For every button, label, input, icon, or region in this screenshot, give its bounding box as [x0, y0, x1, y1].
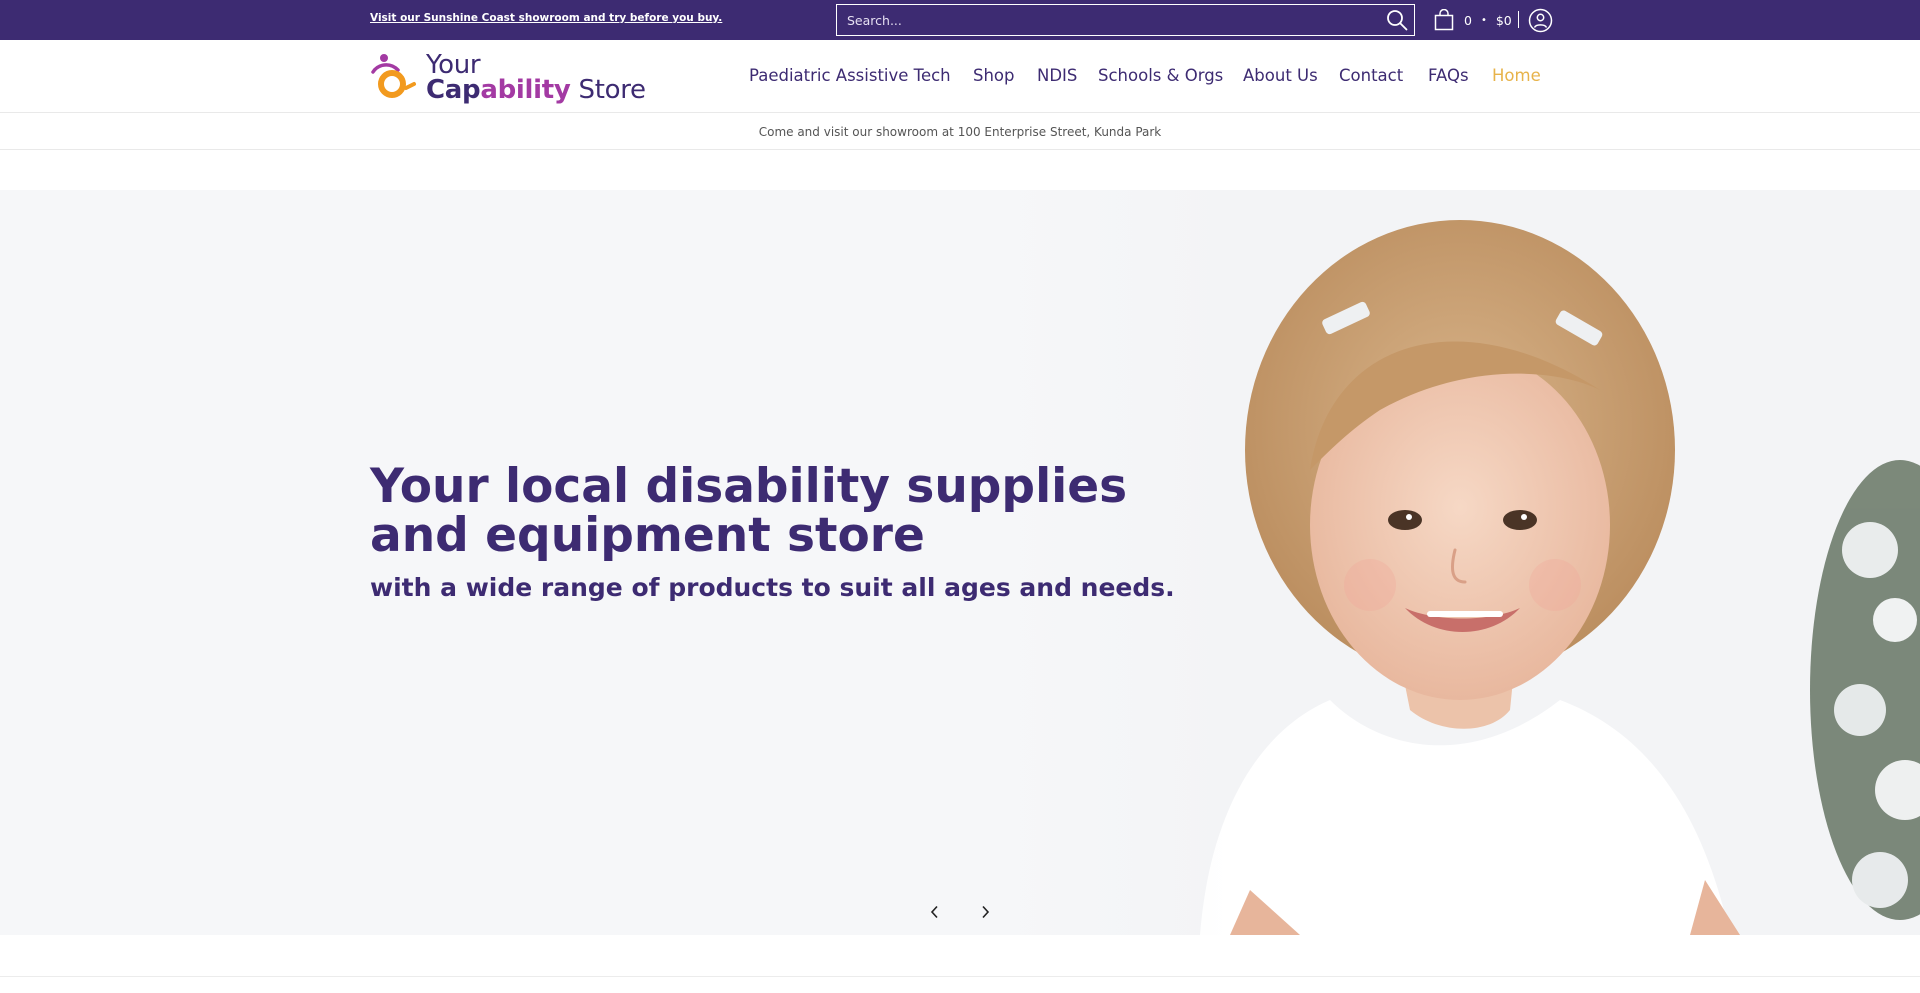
cart-separator: • [1480, 14, 1487, 26]
showroom-promo-link[interactable]: Visit our Sunshine Coast showroom and tr… [370, 12, 722, 24]
search-input[interactable] [837, 5, 1380, 35]
chevron-left-icon [930, 905, 938, 919]
hero-subtitle: with a wide range of products to suit al… [370, 573, 1175, 602]
site-header: Your Capability Store Paediatric Assisti… [0, 40, 1920, 113]
account-button[interactable] [1528, 8, 1553, 33]
slideshow-prev-button[interactable] [925, 902, 945, 922]
nav-contact[interactable]: Contact [1339, 66, 1403, 85]
nav-paediatric-assistive-tech[interactable]: Paediatric Assistive Tech [749, 66, 951, 85]
cart-count: 0 [1464, 12, 1472, 28]
search-form [836, 4, 1415, 36]
account-icon [1528, 8, 1553, 33]
nav-ndis[interactable]: NDIS [1037, 66, 1077, 85]
section-divider [0, 976, 1920, 977]
nav-faqs[interactable]: FAQs [1428, 66, 1469, 85]
search-icon [1387, 10, 1408, 31]
nav-schools-orgs[interactable]: Schools & Orgs [1098, 66, 1223, 85]
showroom-announcement: Come and visit our showroom at 100 Enter… [0, 114, 1920, 150]
nav-shop[interactable]: Shop [973, 66, 1015, 85]
shopping-bag-icon [1434, 9, 1454, 31]
hero-title: Your local disability supplies and equip… [370, 459, 1128, 563]
nav-home[interactable]: Home [1492, 66, 1541, 85]
utility-divider [1518, 11, 1519, 28]
hero-slideshow: Your local disability supplies and equip… [0, 190, 1920, 935]
announcement-text: Come and visit our showroom at 100 Enter… [758, 125, 1162, 139]
main-nav: Paediatric Assistive Tech Shop NDIS Scho… [0, 66, 1920, 90]
hero-photo-girl [1000, 190, 1920, 935]
nav-about-us[interactable]: About Us [1243, 66, 1318, 85]
cart-total: $0 [1495, 12, 1512, 28]
chevron-right-icon [982, 905, 990, 919]
utility-bar: Visit our Sunshine Coast showroom and tr… [0, 0, 1920, 40]
slideshow-next-button[interactable] [975, 902, 995, 922]
cart-link[interactable]: 0 • $0 [1434, 7, 1512, 33]
search-button[interactable] [1380, 5, 1414, 35]
